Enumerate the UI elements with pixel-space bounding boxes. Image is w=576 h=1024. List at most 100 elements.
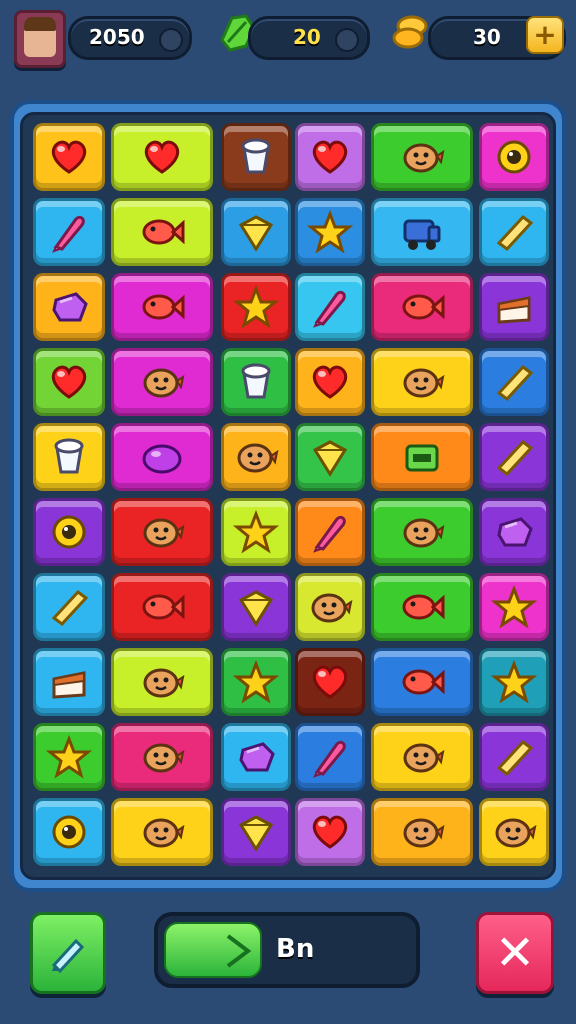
tile-r2-c5[interactable] [371, 198, 473, 266]
tile-r7-c5[interactable] [371, 573, 473, 641]
tile-r9-c6[interactable] [479, 723, 549, 791]
blob-icon [142, 444, 182, 474]
box-icon [405, 444, 439, 472]
gem-icon [52, 292, 88, 322]
leaf-gear-icon [335, 28, 359, 52]
tile-r10-c3[interactable] [221, 798, 291, 866]
tile-r1-c2[interactable] [111, 123, 213, 191]
tile-r6-c4[interactable] [295, 498, 365, 566]
tile-r5-c5[interactable] [371, 423, 473, 491]
leaf-counter: 20 [248, 16, 370, 60]
drop-icon [52, 215, 85, 253]
tile-r2-c3[interactable] [221, 198, 291, 266]
tile-r5-c1[interactable] [33, 423, 105, 491]
cup-icon [241, 138, 271, 174]
tile-r8-c5[interactable] [371, 648, 473, 716]
progress-fill [164, 922, 262, 978]
add-coins-button[interactable]: + [526, 16, 564, 54]
tile-r1-c1[interactable] [33, 123, 105, 191]
tile-r10-c6[interactable] [479, 798, 549, 866]
hint-booster-button[interactable] [30, 912, 106, 994]
tile-r9-c2[interactable] [111, 723, 213, 791]
tile-r8-c4[interactable] [295, 648, 365, 716]
tile-r2-c6[interactable] [479, 198, 549, 266]
tile-r6-c1[interactable] [33, 498, 105, 566]
level-progress-bar: Bn [154, 912, 420, 988]
tile-r3-c6[interactable] [479, 273, 549, 341]
player-avatar[interactable] [14, 10, 66, 68]
tile-r8-c3[interactable] [221, 648, 291, 716]
coin-value: 30 [473, 25, 501, 49]
face-icon [143, 818, 185, 848]
tile-r7-c2[interactable] [111, 573, 213, 641]
tile-r5-c3[interactable] [221, 423, 291, 491]
tile-r8-c6[interactable] [479, 648, 549, 716]
flower-icon [52, 815, 86, 849]
top-hud: 2050 20 30 + [0, 0, 576, 80]
tile-r3-c5[interactable] [371, 273, 473, 341]
tile-r10-c4[interactable] [295, 798, 365, 866]
tile-r9-c4[interactable] [295, 723, 365, 791]
tile-r8-c1[interactable] [33, 648, 105, 716]
tile-r3-c4[interactable] [295, 273, 365, 341]
stick-icon [496, 739, 534, 777]
tile-r1-c3[interactable] [221, 123, 291, 191]
tile-r4-c4[interactable] [295, 348, 365, 416]
cake-icon [497, 296, 531, 324]
drop-icon [313, 740, 346, 778]
tile-r6-c3[interactable] [221, 498, 291, 566]
tile-r4-c1[interactable] [33, 348, 105, 416]
tile-r7-c3[interactable] [221, 573, 291, 641]
tile-r6-c5[interactable] [371, 498, 473, 566]
score-gear-icon [159, 28, 183, 52]
tile-r3-c2[interactable] [111, 273, 213, 341]
tile-r9-c3[interactable] [221, 723, 291, 791]
tile-r6-c6[interactable] [479, 498, 549, 566]
star-icon [233, 509, 279, 554]
star-icon [491, 659, 537, 704]
tile-r1-c4[interactable] [295, 123, 365, 191]
tile-r10-c1[interactable] [33, 798, 105, 866]
close-button[interactable]: ✕ [476, 912, 554, 994]
tile-r2-c1[interactable] [33, 198, 105, 266]
tile-r8-c2[interactable] [111, 648, 213, 716]
face-icon [143, 743, 185, 773]
tile-r3-c3[interactable] [221, 273, 291, 341]
tile-r6-c2[interactable] [111, 498, 213, 566]
tile-r10-c5[interactable] [371, 798, 473, 866]
tile-r4-c6[interactable] [479, 348, 549, 416]
tile-r7-c4[interactable] [295, 573, 365, 641]
tile-r9-c1[interactable] [33, 723, 105, 791]
tile-r2-c4[interactable] [295, 198, 365, 266]
tile-r3-c1[interactable] [33, 273, 105, 341]
tile-r10-c2[interactable] [111, 798, 213, 866]
heart-icon [144, 140, 180, 174]
tile-r5-c6[interactable] [479, 423, 549, 491]
tile-r9-c5[interactable] [371, 723, 473, 791]
tile-r4-c2[interactable] [111, 348, 213, 416]
tile-r5-c4[interactable] [295, 423, 365, 491]
tile-r4-c5[interactable] [371, 348, 473, 416]
fish-icon [402, 669, 445, 695]
progress-label: Bn [276, 934, 315, 964]
face-icon [311, 593, 353, 623]
tile-r7-c6[interactable] [479, 573, 549, 641]
diamond-icon [238, 215, 274, 252]
stick-icon [496, 439, 534, 477]
face-icon [403, 368, 445, 398]
fish-icon [142, 219, 185, 245]
tile-r7-c1[interactable] [33, 573, 105, 641]
tile-r4-c3[interactable] [221, 348, 291, 416]
star-icon [491, 584, 537, 629]
stick-icon [496, 364, 534, 402]
face-icon [403, 143, 445, 173]
fish-icon [142, 594, 185, 620]
diamond-icon [238, 815, 274, 852]
heart-icon [312, 140, 348, 174]
tile-r1-c6[interactable] [479, 123, 549, 191]
tile-r2-c2[interactable] [111, 198, 213, 266]
star-icon [233, 284, 279, 329]
tile-r5-c2[interactable] [111, 423, 213, 491]
tile-r1-c5[interactable] [371, 123, 473, 191]
face-icon [403, 518, 445, 548]
